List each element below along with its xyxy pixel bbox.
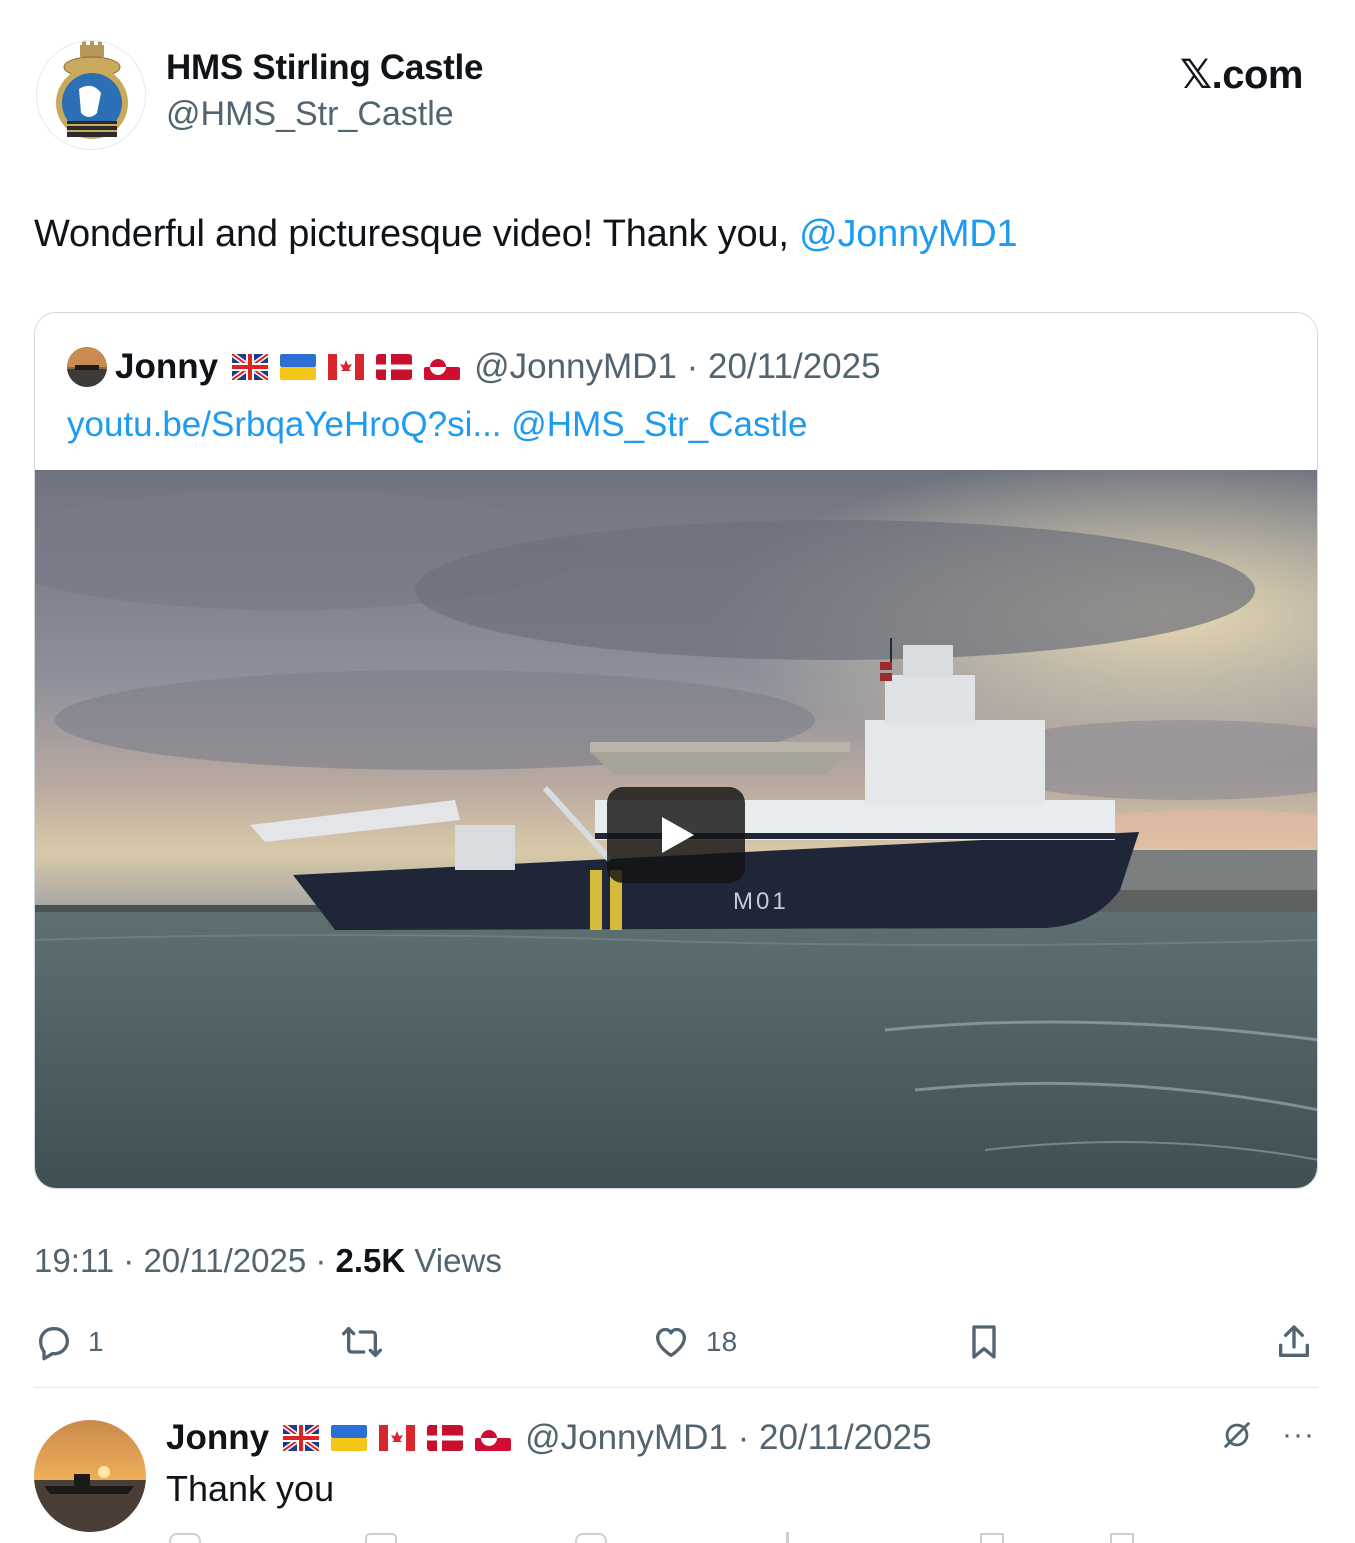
ship-crest-icon [37, 41, 145, 149]
quote-mention[interactable]: @HMS_Str_Castle [511, 405, 807, 444]
flags [232, 354, 461, 380]
tweet-actions: 1 18 [34, 1316, 1318, 1372]
uk-flag-icon [232, 354, 269, 380]
sunset-ship-icon [34, 1420, 146, 1532]
ukraine-flag-icon [280, 354, 317, 380]
reply-icon [39, 1327, 70, 1361]
tweet-mention[interactable]: @JonnyMD1 [799, 213, 1018, 255]
tweet-meta: 19:11 · 20/11/2025 · 2.5K Views [34, 1242, 502, 1280]
like-count: 18 [706, 1326, 738, 1357]
x-logo: 𝕏.com [1179, 53, 1304, 97]
ship-pennant-number: M01 [733, 888, 789, 915]
quote-header: Jonny @JonnyMD1 · 20/11/2025 [67, 343, 881, 391]
greenland-flag-icon [424, 354, 461, 380]
play-icon [662, 817, 694, 853]
reply-actions-peek [166, 1528, 1316, 1543]
ukraine-flag-icon [331, 1425, 368, 1451]
play-button[interactable] [607, 787, 745, 883]
share-icon [1279, 1325, 1309, 1357]
like-button[interactable]: 18 [650, 1316, 737, 1368]
tweet-time-date[interactable]: 19:11 · 20/11/2025 · [34, 1242, 336, 1279]
reply-toolbar: ··· [1220, 1418, 1315, 1452]
quoted-tweet[interactable]: Jonny @JonnyMD1 · 20/11/2025 youtu.be/Sr… [34, 312, 1318, 1189]
divider [34, 1387, 1318, 1388]
view-count: 2.5K [335, 1242, 406, 1279]
bookmark-icon [972, 1325, 996, 1359]
reply-handle-date[interactable]: @JonnyMD1 · 20/11/2025 [525, 1418, 932, 1458]
greenland-flag-icon [475, 1425, 512, 1451]
grok-icon[interactable] [1220, 1418, 1254, 1452]
quote-links: youtu.be/SrbqaYeHroQ?si... @HMS_Str_Cast… [67, 405, 807, 445]
reply-count: 1 [88, 1326, 104, 1357]
flags [283, 1425, 512, 1451]
reply-header: Jonny @JonnyMD1 · 20/11/2025 [166, 1414, 932, 1462]
views-label: Views [405, 1242, 502, 1279]
reply-text: Thank you [166, 1468, 335, 1509]
uk-flag-icon [283, 1425, 320, 1451]
reply-author-name[interactable]: Jonny [166, 1418, 269, 1458]
quote-handle-date[interactable]: @JonnyMD1 · 20/11/2025 [474, 347, 881, 387]
quote-avatar[interactable] [67, 347, 107, 387]
reply-avatar[interactable] [34, 1420, 146, 1532]
tweet-text-body: Wonderful and picturesque video! Thank y… [34, 213, 800, 255]
tweet-text: Wonderful and picturesque video! Thank y… [34, 213, 1018, 256]
youtube-link[interactable]: youtu.be/SrbqaYeHroQ?si... [67, 405, 502, 444]
more-icon[interactable]: ··· [1282, 1418, 1315, 1452]
author-name[interactable]: HMS Stirling Castle [166, 48, 483, 88]
retweet-button[interactable] [340, 1316, 384, 1368]
reply-button[interactable]: 1 [34, 1316, 104, 1368]
like-icon [656, 1327, 686, 1357]
author-handle[interactable]: @HMS_Str_Castle [166, 95, 454, 134]
denmark-flag-icon [427, 1425, 464, 1451]
share-button[interactable] [1274, 1316, 1314, 1368]
canada-flag-icon [328, 354, 365, 380]
author-avatar[interactable] [36, 40, 146, 150]
denmark-flag-icon [376, 354, 413, 380]
sunset-ship-icon [67, 347, 107, 387]
bookmark-button[interactable] [964, 1316, 1004, 1368]
quote-author-name[interactable]: Jonny [115, 347, 218, 387]
video-thumbnail[interactable]: M01 [35, 470, 1317, 1188]
reply-actions-cutoff [169, 1532, 1134, 1543]
retweet-icon [341, 1327, 382, 1357]
canada-flag-icon [379, 1425, 416, 1451]
